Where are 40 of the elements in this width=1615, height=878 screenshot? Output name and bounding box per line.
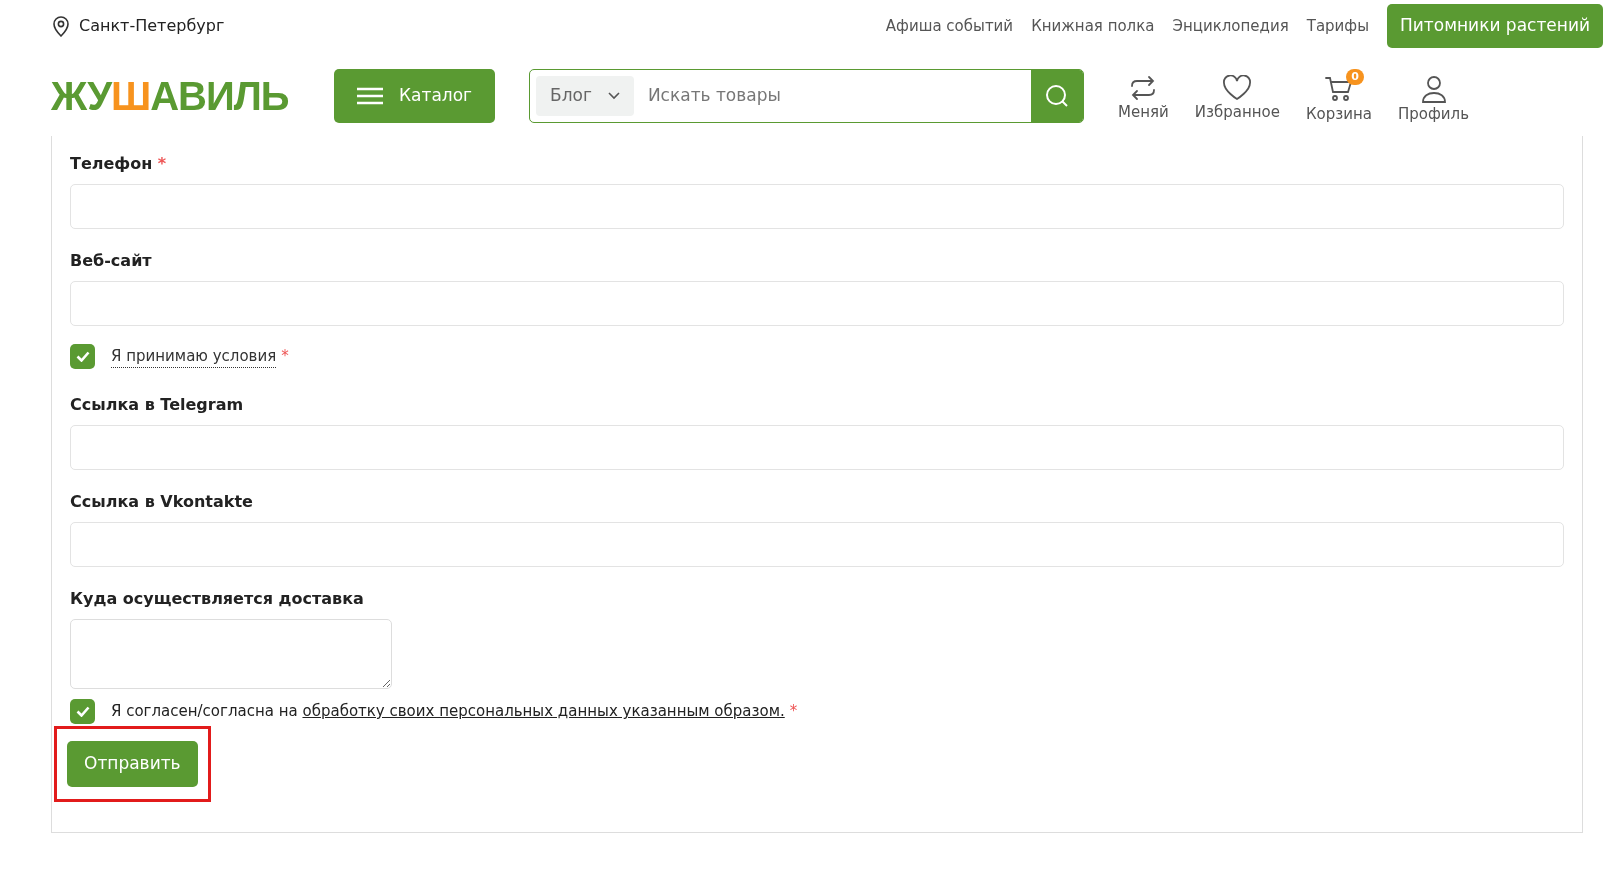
search-bar[interactable]: Блог Искать товары — [529, 69, 1084, 123]
chevron-icon — [607, 92, 620, 100]
input-field[interactable] — [70, 522, 1564, 567]
field-label: Ссылка в Telegram — [70, 394, 245, 416]
checkbox[interactable] — [70, 344, 95, 369]
menu-icon — [357, 87, 383, 105]
search-button[interactable] — [1031, 70, 1083, 122]
required-mark: * — [789, 701, 798, 723]
field-label: Ссылка в Vkontakte — [70, 491, 254, 513]
header-action-button[interactable]: 0 Корзина — [1301, 66, 1377, 126]
input-field[interactable] — [70, 281, 1564, 326]
header-action-button[interactable]: Меняй — [1114, 66, 1173, 126]
nav-link[interactable]: Тарифы — [1306, 14, 1369, 38]
search-scope-dropdown[interactable]: Блог — [536, 76, 634, 116]
nav-link[interactable]: Книжная полка — [1031, 14, 1155, 38]
check-icon — [75, 706, 90, 717]
required-mark: * — [281, 346, 289, 368]
user-icon — [1420, 74, 1447, 103]
required-mark: * — [157, 154, 167, 173]
heart-icon — [1222, 74, 1253, 101]
checkbox[interactable] — [70, 699, 95, 724]
header-action-button[interactable]: Избранное — [1190, 66, 1284, 126]
check-icon — [75, 351, 90, 362]
field-label: Куда осуществляется доставка — [70, 588, 365, 610]
input-field[interactable] — [70, 425, 1564, 470]
search-icon — [1045, 84, 1069, 108]
cart-count-badge: 0 — [1346, 68, 1364, 85]
nav-link[interactable]: Афиша событий — [885, 14, 1014, 38]
terms-link[interactable]: Я принимаю условия — [111, 344, 277, 369]
location-pin-icon — [51, 15, 71, 37]
textarea-field[interactable] — [70, 619, 392, 689]
field-label: Телефон * — [70, 153, 168, 175]
consent-text: Я согласен/согласна на обработку своих персональных данных указанным образом. — [111, 701, 785, 723]
header-action-button[interactable]: Профиль — [1394, 66, 1473, 126]
swap-arrows-icon — [1129, 74, 1158, 101]
nav-link[interactable]: Энциклопедия — [1172, 14, 1289, 38]
city-name[interactable]: Санкт-Петербург — [79, 14, 225, 38]
field-label: Веб-сайт — [70, 250, 153, 272]
privacy-link[interactable]: обработку своих персональных данных указанным образом. — [302, 702, 785, 721]
input-field[interactable] — [70, 184, 1564, 229]
